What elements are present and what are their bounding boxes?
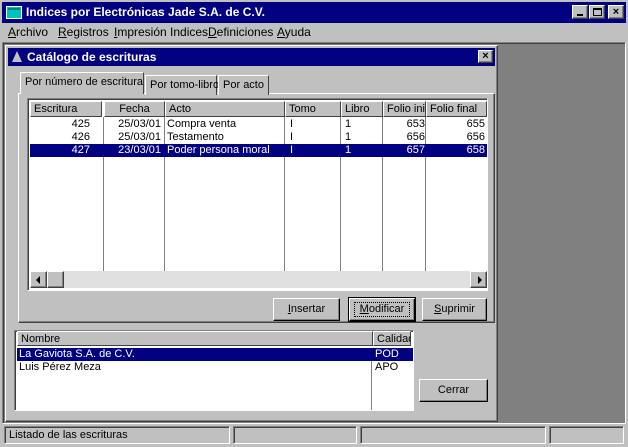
close-button[interactable]: ×: [608, 5, 624, 19]
cerrar-button[interactable]: Cerrar: [419, 379, 488, 402]
suprimir-button[interactable]: Suprimir: [422, 298, 487, 321]
status-bar: Listado de las escrituras: [2, 424, 626, 445]
cell-tomo: I: [290, 131, 294, 143]
cell-folio-inicial: 656: [406, 131, 425, 143]
menu-impresion-indices[interactable]: Impresión Indices: [114, 25, 208, 39]
list-item[interactable]: Luis Pérez Meza APO: [17, 361, 413, 374]
cell-libro: 1: [345, 131, 352, 143]
table-row-selected[interactable]: 427 23/03/01 Poder persona moral I 1 657…: [30, 144, 487, 157]
menu-label: rchivo: [16, 25, 49, 39]
cell-nombre: Luis Pérez Meza: [19, 361, 101, 373]
cell-escritura: 425: [71, 118, 90, 130]
cell-folio-inicial: 657: [406, 144, 425, 156]
cell-nombre: La Gaviota S.A. de C.V.: [19, 348, 135, 360]
arrow-left-icon: [36, 276, 40, 284]
status-panel: [549, 426, 624, 444]
table-row[interactable]: 426 25/03/01 Testamento I 1 656 656: [30, 131, 487, 144]
escrituras-grid[interactable]: Escritura Fecha Acto Tomo Libro Folio in…: [27, 98, 488, 291]
button-label: uprimir: [441, 303, 475, 315]
cell-tomo: I: [290, 118, 294, 130]
catalog-close-button[interactable]: ×: [478, 50, 493, 63]
button-label: nsertar: [290, 303, 326, 315]
menu-label: egistros: [66, 25, 109, 39]
cell-folio-inicial: 653: [406, 118, 425, 130]
tab-por-numero[interactable]: Por número de escritura: [20, 72, 144, 94]
cell-fecha: 25/03/01: [118, 118, 161, 130]
otorgantes-list[interactable]: Nombre Calidad La Gaviota S.A. de C.V. P…: [14, 330, 414, 411]
menu-registros[interactable]: Registros: [58, 25, 109, 39]
menu-label: efiniciones: [216, 25, 274, 39]
cell-acto: Poder persona moral: [167, 144, 270, 156]
cell-calidad: APO: [375, 361, 399, 373]
maximize-button[interactable]: [589, 5, 605, 19]
modificar-button[interactable]: Modificar: [348, 297, 416, 322]
cell-fecha: 23/03/01: [118, 144, 161, 156]
menu-label: yuda: [284, 25, 311, 39]
col-header-libro[interactable]: Libro: [341, 101, 383, 117]
col-header-folio-final[interactable]: Folio final: [426, 101, 487, 117]
window-icon[interactable]: [12, 51, 22, 62]
cell-acto: Compra venta: [167, 118, 237, 130]
col-header-nombre[interactable]: Nombre: [17, 331, 373, 346]
cell-fecha: 25/03/01: [118, 131, 161, 143]
scroll-left-button[interactable]: [30, 271, 47, 288]
focus-rect: [354, 302, 410, 317]
menu-ayuda[interactable]: Ayuda: [277, 25, 311, 39]
status-panel: [360, 426, 546, 444]
status-text: Listado de las escrituras: [4, 426, 230, 444]
menu-bar: Archivo Registros Impresión Indices Defi…: [2, 23, 626, 42]
status-panel: [233, 426, 357, 444]
tab-por-tomo-libro[interactable]: Por tomo-libro: [145, 75, 219, 95]
scroll-thumb[interactable]: [47, 271, 64, 288]
cell-calidad: POD: [375, 348, 399, 360]
menu-accel: R: [58, 25, 67, 39]
tab-por-acto[interactable]: Por acto: [218, 75, 269, 95]
col-header-escritura[interactable]: Escritura: [30, 101, 102, 117]
col-header-calidad[interactable]: Calidad: [373, 331, 411, 346]
cell-acto: Testamento: [167, 131, 224, 143]
col-header-tomo[interactable]: Tomo: [285, 101, 341, 117]
col-header-folio-inicial[interactable]: Folio inicial: [383, 101, 426, 117]
cell-folio-final: 655: [466, 118, 485, 130]
maximize-icon: [593, 8, 602, 16]
catalog-window: Catálogo de escrituras × Escritura Fecha…: [5, 45, 498, 422]
cell-libro: 1: [345, 144, 352, 156]
menu-label: mpresión Indices: [117, 25, 209, 39]
arrow-right-icon: [478, 276, 482, 284]
app-icon[interactable]: [6, 6, 22, 19]
cell-escritura: 427: [71, 144, 90, 156]
window-title: Indices por Electrónicas Jade S.A. de C.…: [26, 5, 265, 19]
tab-panel: Escritura Fecha Acto Tomo Libro Folio in…: [18, 93, 495, 323]
close-icon: ×: [612, 6, 620, 18]
cell-folio-final: 658: [466, 144, 485, 156]
close-icon: ×: [482, 50, 489, 62]
table-row[interactable]: 425 25/03/01 Compra venta I 1 653 655: [30, 118, 487, 131]
menu-accel: D: [208, 25, 217, 39]
main-window: Indices por Electrónicas Jade S.A. de C.…: [0, 0, 628, 447]
menu-definiciones[interactable]: Definiciones: [208, 25, 273, 39]
minimize-icon: [577, 14, 583, 16]
list-item-selected[interactable]: La Gaviota S.A. de C.V. POD: [17, 348, 413, 361]
horizontal-scrollbar[interactable]: [30, 271, 487, 288]
insertar-button[interactable]: Insertar: [273, 298, 340, 321]
col-header-fecha[interactable]: Fecha: [104, 101, 165, 117]
cell-tomo: I: [290, 144, 294, 156]
cell-libro: 1: [345, 118, 352, 130]
cell-folio-final: 656: [466, 131, 485, 143]
main-title-bar[interactable]: Indices por Electrónicas Jade S.A. de C.…: [2, 2, 626, 23]
col-header-acto[interactable]: Acto: [165, 101, 285, 117]
catalog-title-bar[interactable]: Catálogo de escrituras ×: [8, 48, 495, 66]
menu-archivo[interactable]: Archivo: [8, 25, 48, 39]
minimize-button[interactable]: [572, 5, 588, 19]
catalog-title: Catálogo de escrituras: [27, 50, 157, 64]
menu-accel: A: [8, 25, 17, 39]
scroll-right-button[interactable]: [470, 271, 487, 288]
menu-accel: A: [277, 25, 285, 39]
cell-escritura: 426: [71, 131, 90, 143]
